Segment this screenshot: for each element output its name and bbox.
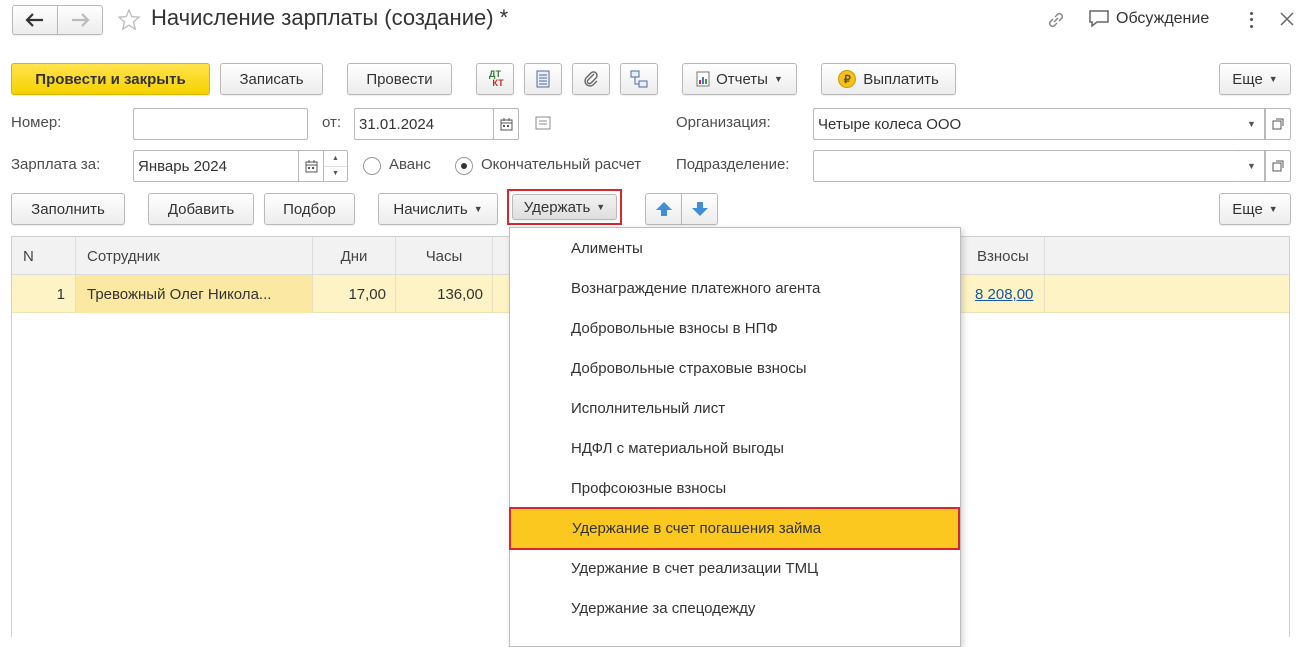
kebab-menu-icon[interactable]	[1247, 10, 1255, 30]
menu-item-union-dues[interactable]: Профсоюзные взносы	[510, 468, 960, 508]
row-cell-contributions[interactable]: 8 208,00	[960, 275, 1045, 313]
add-button[interactable]: Добавить	[148, 193, 254, 225]
attach-button[interactable]	[572, 63, 610, 95]
period-stepper[interactable]: ▲ ▼	[324, 150, 348, 182]
ruble-coin-icon: ₽	[838, 70, 857, 88]
column-header-employee[interactable]: Сотрудник	[76, 237, 313, 275]
save-button[interactable]: Записать	[220, 63, 323, 95]
chevron-down-icon: ▼	[473, 204, 483, 214]
stepper-down-icon[interactable]: ▼	[324, 167, 347, 182]
chevron-down-icon: ▼	[773, 74, 783, 84]
menu-item-insurance-contributions[interactable]: Добровольные страховые взносы	[510, 348, 960, 388]
move-down-button[interactable]	[681, 193, 718, 225]
table-more-label: Еще	[1232, 200, 1263, 218]
close-icon[interactable]	[1278, 10, 1296, 32]
chevron-down-icon: ▼	[596, 202, 606, 212]
more-label: Еще	[1232, 70, 1263, 88]
stepper-up-icon[interactable]: ▲	[324, 151, 347, 167]
back-button[interactable]	[12, 5, 58, 35]
arrow-up-icon	[655, 202, 672, 216]
report-icon	[696, 71, 710, 87]
period-calendar-button[interactable]	[298, 150, 324, 182]
period-field[interactable]: Январь 2024	[133, 150, 299, 182]
division-open-button[interactable]	[1265, 150, 1291, 182]
advance-label: Аванс	[389, 156, 431, 173]
organization-label: Организация:	[676, 114, 771, 131]
menu-item-writ-of-execution[interactable]: Исполнительный лист	[510, 388, 960, 428]
fill-button[interactable]: Заполнить	[11, 193, 125, 225]
forward-button[interactable]	[57, 5, 103, 35]
open-form-icon	[1272, 118, 1284, 130]
menu-item-payment-agent-fee[interactable]: Вознаграждение платежного агента	[510, 268, 960, 308]
salary-for-label: Зарплата за:	[11, 156, 101, 173]
discussion-button[interactable]: Обсуждение	[1088, 9, 1209, 29]
organization-dropdown-icon[interactable]: ▼	[1239, 108, 1265, 140]
withhold-button[interactable]: Удержать ▼	[512, 194, 617, 220]
arrow-right-icon	[72, 13, 90, 27]
withhold-label: Удержать	[523, 198, 591, 216]
row-cell-days: 17,00	[313, 275, 396, 313]
reports-label: Отчеты	[716, 70, 768, 88]
date-field[interactable]: 31.01.2024	[354, 108, 494, 140]
menu-item-workwear[interactable]: Удержание за спецодежду	[510, 588, 960, 628]
division-label: Подразделение:	[676, 156, 790, 173]
document-list-icon	[536, 70, 550, 88]
organization-field[interactable]: Четыре колеса ООО	[813, 108, 1240, 140]
favorite-star-icon[interactable]	[117, 8, 141, 36]
paperclip-icon	[584, 71, 598, 87]
menu-item-inventory-sale[interactable]: Удержание в счет реализации ТМЦ	[510, 548, 960, 588]
accrue-label: Начислить	[393, 200, 468, 218]
calendar-icon	[500, 117, 512, 130]
table-more-button[interactable]: Еще ▼	[1219, 193, 1291, 225]
comment-icon[interactable]	[535, 116, 551, 134]
advance-radio[interactable]	[363, 157, 381, 175]
accrue-button[interactable]: Начислить ▼	[378, 193, 498, 225]
structure-button[interactable]	[620, 63, 658, 95]
final-calc-radio[interactable]	[455, 157, 473, 175]
reports-button[interactable]: Отчеты ▼	[682, 63, 797, 95]
chevron-down-icon: ▼	[1268, 74, 1278, 84]
column-header-hours[interactable]: Часы	[396, 237, 493, 275]
select-button[interactable]: Подбор	[264, 193, 355, 225]
row-cell-hours: 136,00	[396, 275, 493, 313]
final-calc-label: Окончательный расчет	[481, 156, 642, 173]
menu-item-loan-repayment[interactable]: Удержание в счет погашения займа	[509, 507, 960, 550]
arrow-left-icon	[25, 13, 43, 27]
column-header-n[interactable]: N	[12, 237, 76, 275]
calendar-button[interactable]	[493, 108, 519, 140]
dt-kt-icon: ДТ КТ	[489, 69, 504, 88]
page-title: Начисление зарплаты (создание) *	[151, 5, 509, 30]
division-dropdown-icon[interactable]: ▼	[1239, 150, 1265, 182]
discussion-label: Обсуждение	[1116, 10, 1210, 27]
arrow-down-icon	[691, 202, 708, 216]
row-cell-n: 1	[12, 275, 76, 313]
link-icon[interactable]	[1045, 9, 1067, 35]
number-label: Номер:	[11, 114, 62, 131]
post-button[interactable]: Провести	[347, 63, 452, 95]
organization-open-button[interactable]	[1265, 108, 1291, 140]
open-form-icon	[1272, 160, 1284, 172]
calendar-icon	[305, 159, 317, 172]
menu-item-npf-contributions[interactable]: Добровольные взносы в НПФ	[510, 308, 960, 348]
chat-icon	[1089, 10, 1109, 28]
move-up-button[interactable]	[645, 193, 682, 225]
division-field[interactable]	[813, 150, 1240, 182]
list-view-button[interactable]	[524, 63, 562, 95]
chevron-down-icon: ▼	[1268, 204, 1278, 214]
number-field[interactable]	[133, 108, 308, 140]
date-label: от:	[322, 114, 342, 131]
pay-label: Выплатить	[863, 70, 939, 88]
menu-item-alimony[interactable]: Алименты	[510, 228, 960, 268]
column-header-days[interactable]: Дни	[313, 237, 396, 275]
column-header-contributions[interactable]: Взносы	[960, 237, 1045, 275]
post-and-close-button[interactable]: Провести и закрыть	[11, 63, 210, 95]
pay-button[interactable]: ₽ Выплатить	[821, 63, 956, 95]
row-cell-employee: Тревожный Олег Никола...	[76, 275, 313, 313]
hierarchy-icon	[630, 70, 648, 88]
menu-item-ndfl-material-benefit[interactable]: НДФЛ с материальной выгоды	[510, 428, 960, 468]
more-button[interactable]: Еще ▼	[1219, 63, 1291, 95]
dt-kt-button[interactable]: ДТ КТ	[476, 63, 514, 95]
